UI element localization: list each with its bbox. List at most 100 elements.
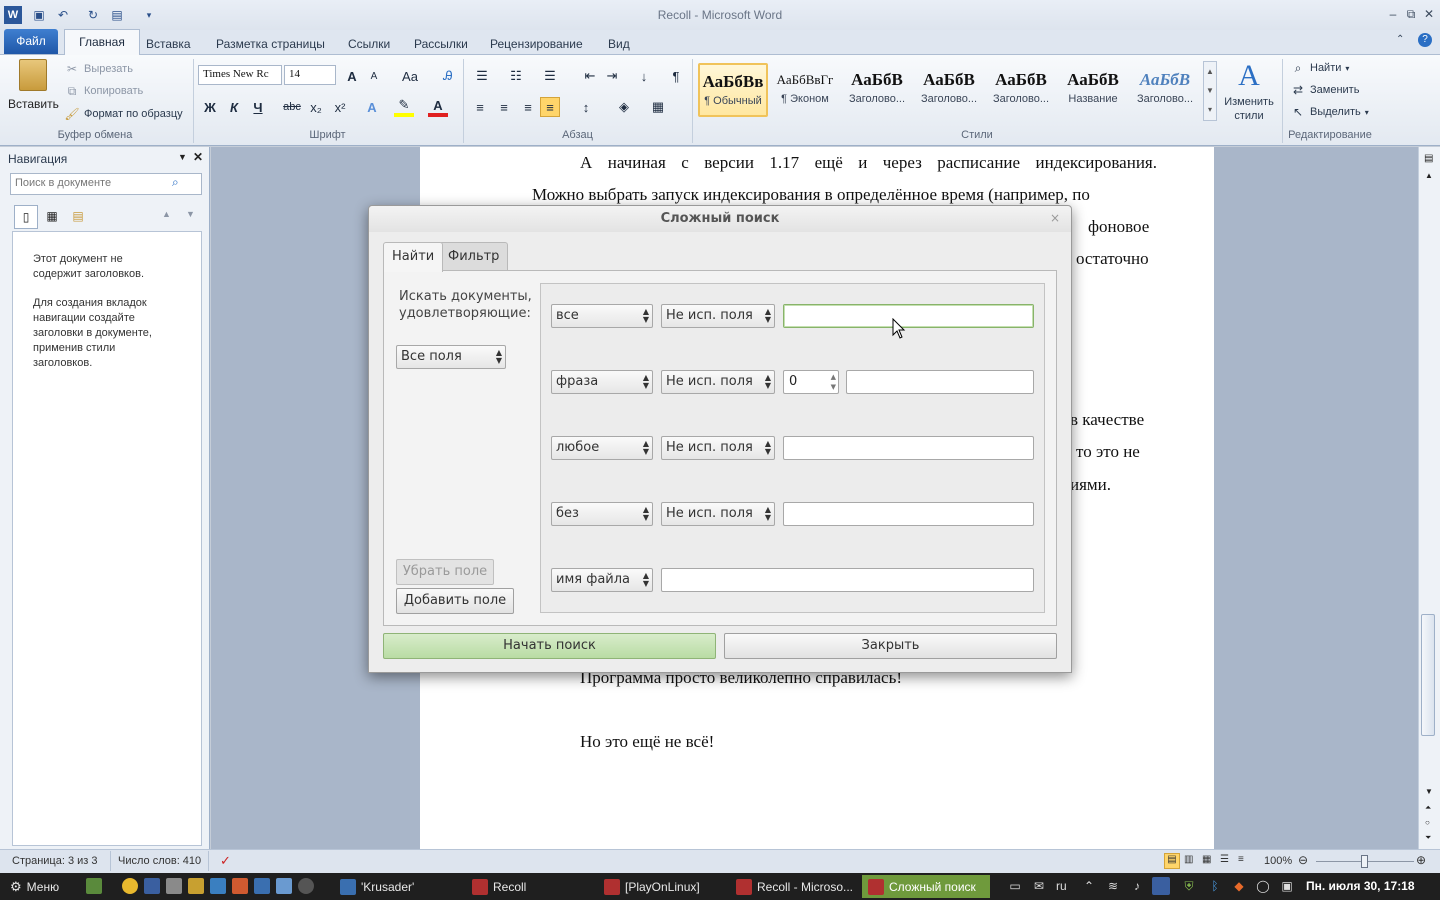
browse-object-icon[interactable]: ○ (1425, 818, 1430, 827)
tab-view[interactable]: Вид (602, 34, 636, 54)
scroll-up-icon[interactable]: ▲ (1425, 171, 1433, 180)
task-recoll-word[interactable]: Recoll - Microso... (730, 875, 860, 898)
change-case-button[interactable]: Aa (398, 66, 422, 86)
clause-type-combo[interactable]: фраза ▲ ▼ (551, 370, 653, 394)
select-button[interactable]: ↖ Выделить ▾ (1290, 104, 1369, 120)
highlight-icon[interactable]: ✎ (394, 97, 414, 117)
tray-app-icon[interactable] (1152, 877, 1170, 895)
nav-pages-tab-icon[interactable]: ▦ (40, 205, 64, 229)
remove-field-button[interactable]: Убрать поле (396, 559, 494, 585)
show-desktop-icon[interactable] (86, 878, 102, 894)
outline-icon[interactable]: ☰ (1220, 854, 1229, 865)
justify-icon[interactable]: ≡ (540, 97, 560, 117)
match-mode-combo[interactable]: Все поля ▲ ▼ (396, 345, 506, 369)
paste-button[interactable]: Вставить (8, 59, 59, 125)
align-left-icon[interactable]: ≡ (470, 97, 490, 117)
close-button[interactable]: ✕ (1420, 6, 1438, 22)
volume-icon[interactable]: ♪ (1128, 877, 1146, 895)
clock[interactable]: Пн. июля 30, 17:18 (1306, 879, 1415, 893)
clause-text-input[interactable] (783, 502, 1034, 526)
launcher-icon[interactable] (276, 878, 292, 894)
clause-field-combo[interactable]: Не исп. поля ▲ ▼ (661, 370, 775, 394)
add-field-button[interactable]: Добавить поле (396, 588, 514, 614)
align-center-icon[interactable]: ≡ (494, 97, 514, 117)
line-spacing-icon[interactable]: ↕ (576, 97, 596, 117)
tab-references[interactable]: Ссылки (342, 34, 396, 54)
close-dialog-button[interactable]: Закрыть (724, 633, 1057, 659)
word-count[interactable]: Число слов: 410 (118, 855, 201, 867)
styles-scroll[interactable]: ▲ ▼ ▾ (1203, 61, 1217, 121)
start-menu-button[interactable]: ⚙ Меню (4, 875, 65, 898)
keyboard-layout[interactable]: ru (1056, 879, 1067, 893)
style-heading-2[interactable]: АаБбВ Заголово... (914, 63, 984, 117)
nav-next-icon[interactable]: ▼ (186, 209, 195, 219)
clear-format-icon[interactable]: Ꭿ (438, 66, 458, 86)
superscript-button[interactable]: x² (330, 97, 350, 117)
task-advanced-search[interactable]: Сложный поиск (862, 875, 990, 898)
launcher-icon[interactable] (166, 878, 182, 894)
change-styles-button[interactable]: A Изменить стили (1222, 59, 1276, 125)
vertical-scrollbar[interactable]: ▤ ▲ ▼ ⏶ ○ ⏷ (1418, 147, 1440, 849)
multilevel-list-icon[interactable]: ☰ (540, 66, 560, 86)
shield-icon[interactable]: ⛨ (1180, 877, 1198, 895)
page-count[interactable]: Страница: 3 из 3 (12, 855, 98, 867)
wifi-icon[interactable]: ≋ (1104, 877, 1122, 895)
tab-find[interactable]: Найти (383, 242, 444, 272)
increase-indent-icon[interactable]: ⇥ (602, 66, 622, 86)
prev-page-icon[interactable]: ⏶ (1425, 803, 1431, 813)
ribbon-collapse-icon[interactable]: ⌃ (1396, 34, 1404, 45)
clause-type-combo[interactable]: все ▲ ▼ (551, 304, 653, 328)
grow-font-button[interactable]: A (342, 66, 362, 86)
style-economy[interactable]: АаБбВвГг ¶ Эконом (770, 63, 840, 117)
launcher-icon[interactable] (254, 878, 270, 894)
style-heading-4[interactable]: АаБбВ Заголово... (1130, 63, 1200, 117)
italic-button[interactable]: К (224, 97, 244, 117)
tab-home[interactable]: Главная (64, 29, 140, 55)
nav-headings-tab-icon[interactable]: ▯ (14, 205, 38, 229)
clipboard-tray-icon[interactable]: ▣ (1278, 877, 1296, 895)
style-heading-1[interactable]: АаБбВ Заголово... (842, 63, 912, 117)
launcher-icon[interactable] (298, 878, 314, 894)
format-painter-button[interactable]: 🖌 Формат по образцу (64, 106, 182, 122)
nav-results-tab-icon[interactable]: ▤ (66, 205, 90, 229)
draft-icon[interactable]: ≡ (1238, 854, 1244, 865)
shading-icon[interactable]: ◈ (614, 97, 634, 117)
web-layout-icon[interactable]: ▦ (1202, 854, 1211, 865)
nav-close-icon[interactable]: ✕ (193, 150, 203, 164)
tab-insert[interactable]: Вставка (140, 34, 197, 54)
zoom-slider-thumb[interactable] (1361, 855, 1368, 868)
dropbox-icon[interactable]: ◆ (1230, 877, 1248, 895)
bullets-icon[interactable]: ☰ (472, 66, 492, 86)
nav-menu-icon[interactable]: ▼ (178, 152, 187, 162)
launcher-icon[interactable] (188, 878, 204, 894)
zoom-out-icon[interactable]: ⊖ (1298, 853, 1308, 867)
font-color-button[interactable]: A (428, 97, 448, 117)
next-page-icon[interactable]: ⏷ (1425, 833, 1431, 843)
spinner-arrows-icon[interactable]: ▲ ▼ (831, 372, 836, 392)
clause-field-combo[interactable]: Не исп. поля ▲ ▼ (661, 436, 775, 460)
zoom-in-icon[interactable]: ⊕ (1416, 853, 1426, 867)
proofing-icon[interactable]: ✓ (220, 853, 231, 869)
numbering-icon[interactable]: ☷ (506, 66, 526, 86)
clause-text-input[interactable] (783, 304, 1034, 328)
launcher-icon[interactable] (144, 878, 160, 894)
subscript-button[interactable]: x₂ (306, 97, 326, 117)
clause-field-combo[interactable]: Не исп. поля ▲ ▼ (661, 502, 775, 526)
restore-button[interactable]: ⧉ (1402, 6, 1420, 22)
display-icon[interactable]: ▭ (1006, 877, 1024, 895)
strikethrough-button[interactable]: abc (282, 97, 302, 117)
find-button[interactable]: ⌕ Найти ▾ (1290, 60, 1350, 76)
search-icon[interactable]: ⌕ (172, 175, 179, 190)
filename-input[interactable] (661, 568, 1034, 592)
text-effects-icon[interactable]: A (362, 97, 382, 117)
decrease-indent-icon[interactable]: ⇤ (580, 66, 600, 86)
proximity-spinbox[interactable]: 0 ▲ ▼ (783, 370, 839, 394)
scroll-down-icon[interactable]: ▼ (1425, 787, 1433, 796)
nav-prev-icon[interactable]: ▲ (162, 209, 171, 219)
borders-icon[interactable]: ▦ (648, 97, 668, 117)
sort-icon[interactable]: ↓ (634, 66, 654, 86)
clause-field-combo[interactable]: Не исп. поля ▲ ▼ (661, 304, 775, 328)
task-playonlinux[interactable]: [PlayOnLinux] (598, 875, 726, 898)
replace-button[interactable]: ⇄ Заменить (1290, 82, 1359, 98)
tab-filter[interactable]: Фильтр (439, 242, 509, 270)
